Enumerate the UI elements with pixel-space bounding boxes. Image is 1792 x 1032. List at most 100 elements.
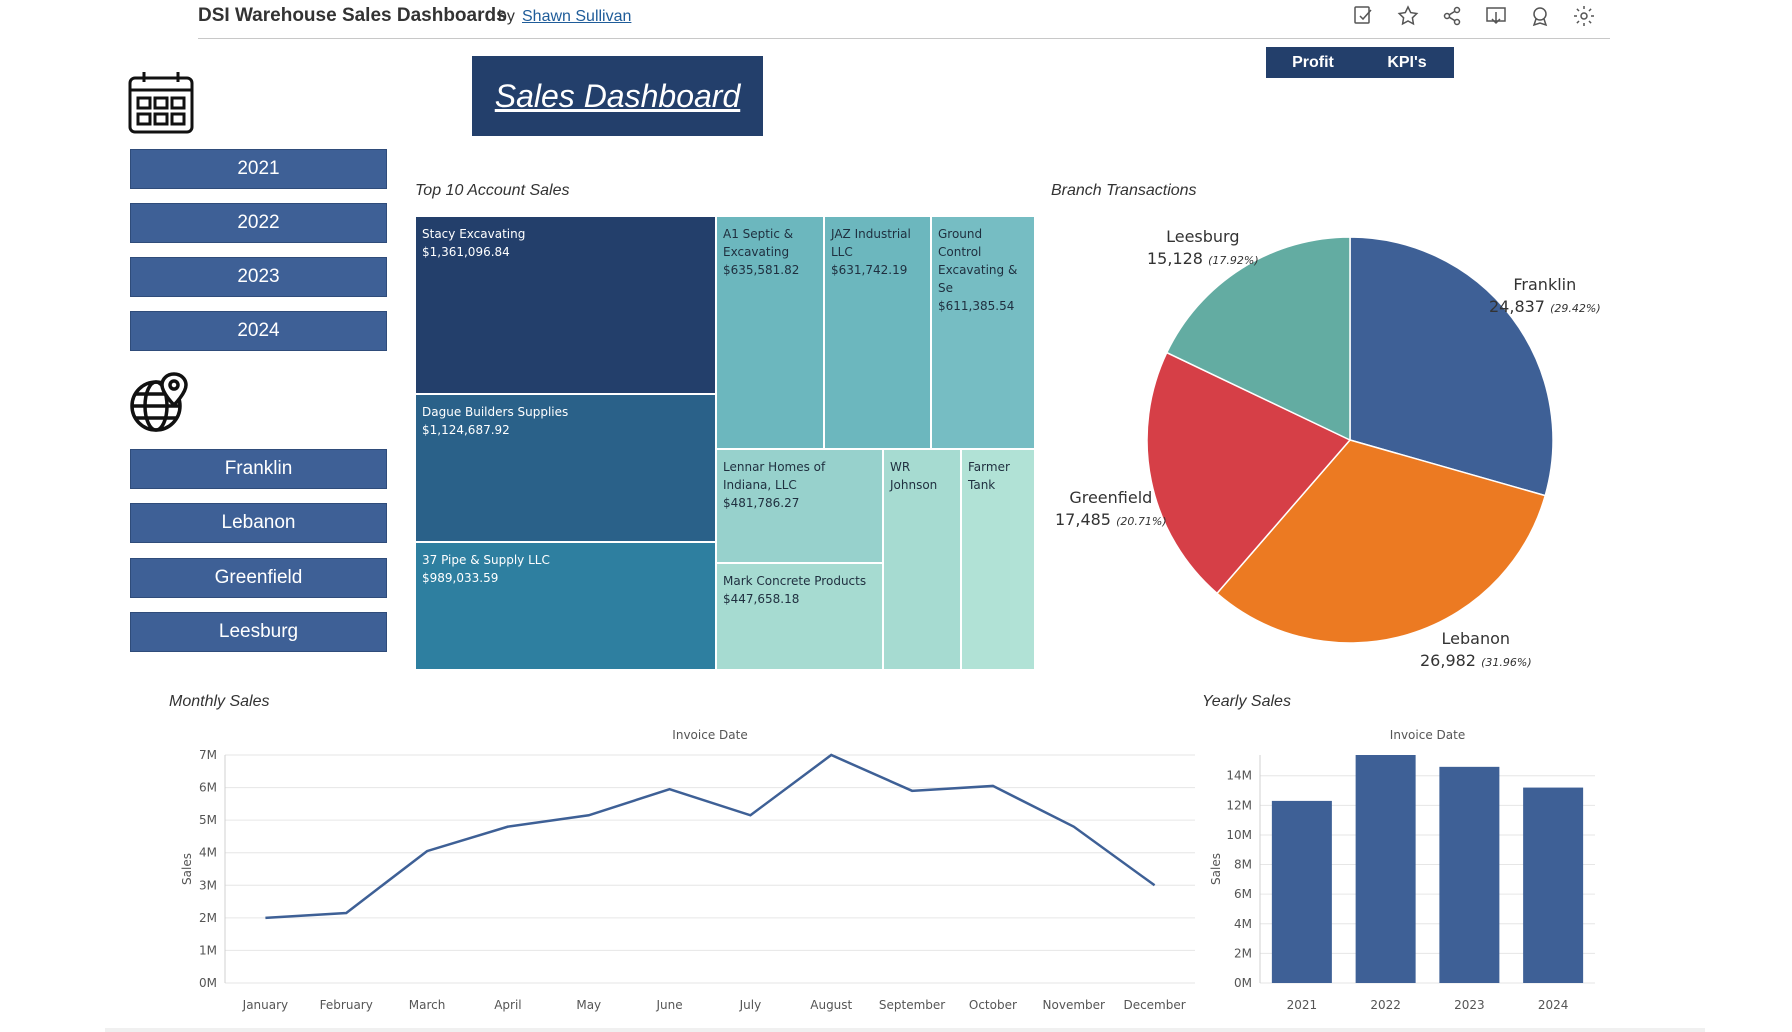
kpis-nav-button[interactable]: KPI's [1360,47,1454,78]
treemap-cell[interactable]: Farmer Tank [961,449,1035,670]
settings-icon[interactable] [1572,4,1596,28]
y-tick-label: 12M [1226,798,1252,812]
y-axis-title: Sales [1209,853,1223,885]
filter-year-2023[interactable]: 2023 [130,257,387,297]
treemap-cell-value: $1,124,687.92 [422,423,510,437]
profit-nav-button[interactable]: Profit [1266,47,1360,78]
pie-title: Branch Transactions [1051,182,1197,199]
x-axis-title: Invoice Date [672,728,747,742]
y-tick-label: 6M [1234,887,1252,901]
x-tick-label: July [739,998,762,1012]
top-bar: DSI Warehouse Sales Dashboards by Shawn … [0,0,1792,40]
yearly-sales-title: Yearly Sales [1202,693,1291,710]
treemap-cell-name: 37 Pipe & Supply LLC [422,553,550,567]
monthly-sales-line-chart: Invoice Date Sales 0M 1M 2M 3M 4M 5M 6M 7M January… [180,728,1195,1012]
x-tick-label: April [494,998,521,1012]
bottom-strip [105,1028,1705,1032]
bar-2021[interactable] [1271,800,1332,983]
share-icon[interactable] [1440,4,1464,28]
y-tick-label: 4M [1234,917,1252,931]
pie-label-value: 15,128 [1147,249,1203,268]
filter-branch-lebanon[interactable]: Lebanon [130,503,387,543]
treemap-cell[interactable]: 37 Pipe & Supply LLC $989,033.59 [415,542,716,670]
pie-label-leesburg: Leesburg 15,128 (17.92%) [1147,226,1259,272]
x-tick-label: August [810,998,852,1012]
bar-2023[interactable] [1439,766,1500,983]
bar-2024[interactable] [1523,787,1584,983]
y-tick-label: 3M [199,878,217,892]
x-tick-label: 2022 [1370,998,1401,1012]
pie-label-pct: (31.96%) [1481,656,1532,669]
filter-branch-leesburg[interactable]: Leesburg [130,612,387,652]
x-tick-label: March [409,998,446,1012]
pie-label-name: Franklin [1513,275,1577,294]
pie-label-value: 17,485 [1055,510,1111,529]
y-tick-label: 0M [199,976,217,990]
yearly-sales-bar-chart: Invoice Date Sales 0M 2M 4M 6M 8M 10M 12M 14M 2021… [1209,728,1595,1012]
x-tick-label: 2023 [1454,998,1485,1012]
x-tick-label: 2021 [1287,998,1318,1012]
x-tick-label: November [1043,998,1105,1012]
treemap-cell-name: Dague Builders Supplies [422,405,569,419]
treemap-cell[interactable]: Dague Builders Supplies $1,124,687.92 [415,394,716,542]
filter-year-2022[interactable]: 2022 [130,203,387,243]
download-icon[interactable] [1484,4,1508,28]
x-tick-label: October [969,998,1017,1012]
y-tick-label: 2M [1234,946,1252,960]
x-axis-title: Invoice Date [1390,728,1465,742]
y-axis-title: Sales [180,853,194,885]
treemap-cell-name: Lennar Homes of Indiana, LLC [723,460,826,492]
pie-label-pct: (20.71%) [1116,515,1167,528]
treemap-cell-name: JAZ Industrial LLC [831,227,911,259]
treemap-cell-name: Ground Control Excavating & Se [938,227,1018,295]
bar-2022[interactable] [1355,755,1416,983]
account-sales-treemap: Stacy Excavating $1,361,096.84 Dague Buil… [415,216,1035,670]
treemap-cell-name: Stacy Excavating [422,227,526,241]
treemap-cell[interactable]: Lennar Homes of Indiana, LLC $481,786.27 [716,449,883,563]
pie-label-value: 26,982 [1420,651,1476,670]
treemap-cell-value: $481,786.27 [723,496,800,510]
filter-branch-greenfield[interactable]: Greenfield [130,558,387,598]
pie-label-greenfield: Greenfield 17,485 (20.71%) [1055,487,1167,533]
filter-branch-franklin[interactable]: Franklin [130,449,387,489]
filter-year-2021[interactable]: 2021 [130,149,387,189]
treemap-cell[interactable]: A1 Septic & Excavating $635,581.82 [716,216,824,449]
treemap-cell-name: WR Johnson [890,460,938,492]
calendar-icon [128,70,194,134]
treemap-cell[interactable]: Mark Concrete Products $447,658.18 [716,563,883,670]
nav-button-group: Profit KPI's [1266,47,1454,78]
treemap-cell-value: $631,742.19 [831,263,908,277]
treemap-cell-value: $989,033.59 [422,571,499,585]
workbook-title: DSI Warehouse Sales Dashboards [198,5,507,26]
monthly-sales-line[interactable] [265,753,1156,920]
pie-label-name: Greenfield [1069,488,1153,507]
treemap-cell-name: Mark Concrete Products [723,574,867,588]
treemap-title: Top 10 Account Sales [415,182,570,199]
x-tick-label: June [656,998,683,1012]
filter-year-2024[interactable]: 2024 [130,311,387,351]
y-tick-label: 4M [199,846,217,860]
edit-icon[interactable] [1352,4,1376,28]
y-tick-label: 1M [199,943,217,957]
y-tick-label: 5M [199,813,217,827]
pie-label-franklin: Franklin 24,837 (29.42%) [1489,274,1601,320]
treemap-cell[interactable]: JAZ Industrial LLC $631,742.19 [824,216,931,449]
treemap-cell-name: A1 Septic & Excavating [723,227,794,259]
star-icon[interactable] [1396,4,1420,28]
y-tick-label: 0M [1234,976,1252,990]
award-icon[interactable] [1528,4,1552,28]
treemap-cell-value: $611,385.54 [938,299,1015,313]
header-divider [198,38,1610,39]
treemap-cell[interactable]: WR Johnson [883,449,961,670]
pie-label-name: Leesburg [1166,227,1240,246]
y-tick-label: 7M [199,748,217,762]
x-tick-label: 2024 [1538,998,1569,1012]
treemap-cell[interactable]: Ground Control Excavating & Se $611,385.5… [931,216,1035,449]
pie-label-pct: (29.42%) [1550,302,1601,315]
y-tick-label: 2M [199,911,217,925]
treemap-cell[interactable]: Stacy Excavating $1,361,096.84 [415,216,716,394]
x-tick-label: December [1123,998,1185,1012]
x-tick-label: February [320,998,373,1012]
author-link[interactable]: Shawn Sullivan [522,8,631,26]
pie-label-name: Lebanon [1441,629,1511,648]
